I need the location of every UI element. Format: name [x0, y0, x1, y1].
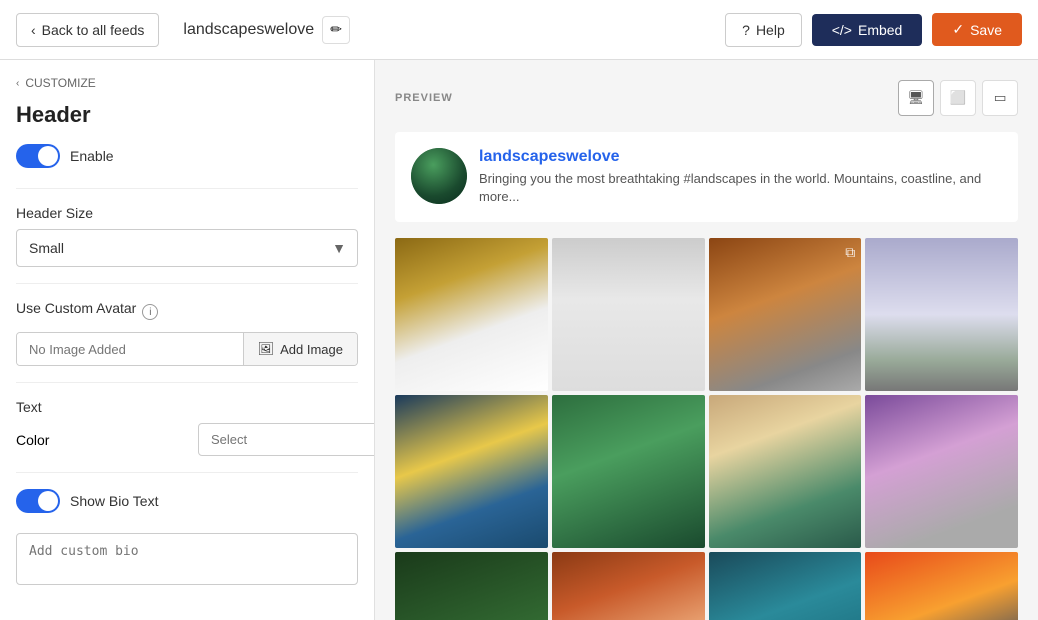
photo-grid: ⧉: [395, 238, 1018, 620]
info-icon[interactable]: i: [142, 304, 158, 320]
photo-cell-3[interactable]: ⧉: [709, 238, 862, 391]
ig-bio: Bringing you the most breathtaking #land…: [479, 170, 1002, 206]
image-add-icon: 🖼: [258, 341, 275, 357]
show-bio-toggle-row: Show Bio Text: [16, 489, 358, 513]
show-bio-label: Show Bio Text: [70, 493, 158, 509]
photo-cell-4[interactable]: [865, 238, 1018, 391]
photo-cell-8[interactable]: [865, 395, 1018, 548]
photo-cell-10[interactable]: [552, 552, 705, 620]
add-image-label: Add Image: [280, 342, 343, 357]
back-button-label: Back to all feeds: [42, 22, 145, 38]
save-label: Save: [970, 22, 1002, 38]
desktop-view-button[interactable]: 🖥: [898, 80, 934, 116]
avatar-row: Use Custom Avatar i: [16, 300, 358, 324]
header-size-select-wrapper: Small Medium Large ▼: [16, 229, 358, 267]
photo-cell-11[interactable]: [709, 552, 862, 620]
enable-toggle[interactable]: [16, 144, 60, 168]
help-button[interactable]: ? Help: [725, 13, 802, 47]
feed-name-area: landscapeswelove ✏: [183, 16, 350, 44]
color-label: Color: [16, 432, 49, 448]
divider-3: [16, 382, 358, 383]
tablet-landscape-view-button[interactable]: ⬜: [940, 80, 976, 116]
show-bio-toggle[interactable]: [16, 489, 60, 513]
header-size-label: Header Size: [16, 205, 358, 221]
photo-cell-12[interactable]: [865, 552, 1018, 620]
bio-toggle-knob: [38, 491, 58, 511]
photo-cell-9[interactable]: [395, 552, 548, 620]
photo-cell-2[interactable]: [552, 238, 705, 391]
avatar-input-row: 🖼 Add Image: [16, 332, 358, 366]
feed-name: landscapeswelove: [183, 21, 314, 39]
ig-username: landscapeswelove: [479, 148, 1002, 166]
topbar-right: ? Help </> Embed ✓ Save: [725, 13, 1022, 47]
photo-cell-1[interactable]: [395, 238, 548, 391]
embed-label: Embed: [858, 22, 902, 38]
topbar-left: ‹ Back to all feeds landscapeswelove ✏: [16, 13, 350, 47]
avatar-image: [411, 148, 467, 204]
ig-info: landscapeswelove Bringing you the most b…: [479, 148, 1002, 206]
help-circle-icon: ?: [742, 22, 750, 38]
code-icon: </>: [832, 22, 852, 38]
toggle-knob: [38, 146, 58, 166]
header-size-select[interactable]: Small Medium Large: [16, 229, 358, 267]
back-chevron-icon: ‹: [31, 22, 36, 38]
enable-toggle-row: Enable: [16, 144, 358, 168]
text-section-label: Text: [16, 399, 358, 415]
topbar: ‹ Back to all feeds landscapeswelove ✏ ?…: [0, 0, 1038, 60]
bio-textarea[interactable]: [16, 533, 358, 585]
preview-label: PREVIEW: [395, 92, 453, 104]
divider-2: [16, 283, 358, 284]
help-label: Help: [756, 22, 785, 38]
preview-panel: PREVIEW 🖥 ⬜ ▭ landscapeswelove Bringing: [375, 60, 1038, 620]
divider-4: [16, 472, 358, 473]
avatar-label: Use Custom Avatar: [16, 300, 136, 316]
enable-label: Enable: [70, 148, 114, 164]
photo-cell-7[interactable]: [709, 395, 862, 548]
embed-button[interactable]: </> Embed: [812, 14, 923, 46]
instagram-header: landscapeswelove Bringing you the most b…: [395, 132, 1018, 222]
customize-nav-label: CUSTOMIZE: [25, 76, 95, 90]
color-input[interactable]: [198, 423, 375, 456]
tablet-landscape-icon: ⬜: [950, 90, 967, 106]
back-button[interactable]: ‹ Back to all feeds: [16, 13, 159, 47]
preview-header: PREVIEW 🖥 ⬜ ▭: [395, 80, 1018, 116]
edit-feed-name-button[interactable]: ✏: [322, 16, 350, 44]
avatar-input[interactable]: [17, 333, 243, 365]
save-button[interactable]: ✓ Save: [932, 13, 1022, 46]
left-chevron-icon: ‹: [16, 78, 19, 89]
pencil-icon: ✏: [330, 21, 342, 38]
checkmark-icon: ✓: [952, 21, 964, 38]
sidebar: ‹ CUSTOMIZE Header Enable Header Size Sm…: [0, 60, 375, 620]
main-layout: ‹ CUSTOMIZE Header Enable Header Size Sm…: [0, 60, 1038, 620]
avatar: [411, 148, 467, 204]
section-title: Header: [16, 102, 358, 128]
tablet-portrait-icon: ▭: [994, 90, 1007, 106]
copy-icon: ⧉: [845, 244, 855, 261]
photo-cell-6[interactable]: [552, 395, 705, 548]
tablet-portrait-view-button[interactable]: ▭: [982, 80, 1018, 116]
photo-cell-5[interactable]: [395, 395, 548, 548]
device-icons: 🖥 ⬜ ▭: [898, 80, 1018, 116]
color-select-wrapper: [198, 423, 358, 456]
add-image-button[interactable]: 🖼 Add Image: [243, 333, 357, 365]
divider-1: [16, 188, 358, 189]
desktop-icon: 🖥: [908, 90, 925, 106]
customize-nav[interactable]: ‹ CUSTOMIZE: [16, 76, 358, 90]
text-color-row: Color: [16, 423, 358, 456]
